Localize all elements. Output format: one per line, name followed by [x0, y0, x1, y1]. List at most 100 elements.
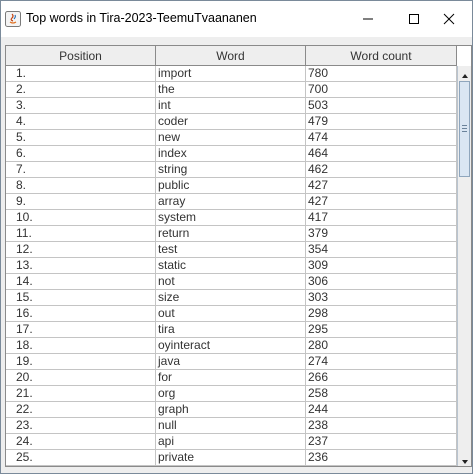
cell-word-count: 309 — [306, 258, 457, 273]
cell-position: 19. — [6, 354, 156, 369]
cell-word-count: 379 — [306, 226, 457, 241]
cell-position: 8. — [6, 178, 156, 193]
cell-word: system — [156, 210, 306, 225]
cell-position: 10. — [6, 210, 156, 225]
cell-word: int — [156, 98, 306, 113]
table-row[interactable]: 25. private 236 — [6, 450, 457, 466]
cell-position: 4. — [6, 114, 156, 129]
cell-word-count: 354 — [306, 242, 457, 257]
cell-word-count: 780 — [306, 66, 457, 81]
table-row[interactable]: 2. the 700 — [6, 82, 457, 98]
cell-word-count: 298 — [306, 306, 457, 321]
table-row[interactable]: 23. null 238 — [6, 418, 457, 434]
table-row[interactable]: 21. org 258 — [6, 386, 457, 402]
scroll-up-button[interactable] — [458, 66, 471, 80]
cell-word-count: 237 — [306, 434, 457, 449]
table-row[interactable]: 16. out 298 — [6, 306, 457, 322]
cell-word: out — [156, 306, 306, 321]
table-row[interactable]: 14. not 306 — [6, 274, 457, 290]
close-button[interactable] — [426, 1, 472, 37]
table-row[interactable]: 8. public 427 — [6, 178, 457, 194]
table-row[interactable]: 3. int 503 — [6, 98, 457, 114]
cell-word: public — [156, 178, 306, 193]
cell-word-count: 462 — [306, 162, 457, 177]
cell-position: 11. — [6, 226, 156, 241]
table-row[interactable]: 22. graph 244 — [6, 402, 457, 418]
arrow-down-icon — [461, 450, 469, 467]
table-row[interactable]: 13. static 309 — [6, 258, 457, 274]
cell-position: 25. — [6, 450, 156, 465]
app-window: Top words in Tira-2023-TeemuTvaananen Po… — [0, 0, 473, 474]
scroll-thumb[interactable] — [459, 81, 470, 177]
cell-word-count: 464 — [306, 146, 457, 161]
grip-line — [462, 128, 467, 129]
vertical-scrollbar[interactable] — [457, 66, 471, 466]
table-row[interactable]: 24. api 237 — [6, 434, 457, 450]
table-row[interactable]: 1. import 780 — [6, 66, 457, 82]
cell-position: 13. — [6, 258, 156, 273]
cell-word: tira — [156, 322, 306, 337]
cell-word: java — [156, 354, 306, 369]
table-row[interactable]: 10. system 417 — [6, 210, 457, 226]
cell-word-count: 427 — [306, 194, 457, 209]
cell-position: 9. — [6, 194, 156, 209]
cell-position: 18. — [6, 338, 156, 353]
cell-word: static — [156, 258, 306, 273]
cell-word-count: 236 — [306, 450, 457, 465]
cell-word-count: 303 — [306, 290, 457, 305]
cell-word: test — [156, 242, 306, 257]
table-body: 1. import 780 2. the 700 3. int 503 4. coder 479 5. n… — [6, 66, 457, 466]
cell-position: 17. — [6, 322, 156, 337]
minimize-button[interactable] — [345, 1, 391, 37]
cell-position: 14. — [6, 274, 156, 289]
cell-position: 6. — [6, 146, 156, 161]
title-bar[interactable]: Top words in Tira-2023-TeemuTvaananen — [1, 1, 472, 37]
cell-word: private — [156, 450, 306, 465]
cell-position: 1. — [6, 66, 156, 81]
column-header-position[interactable]: Position — [6, 46, 156, 65]
close-icon — [443, 13, 455, 25]
grip-line — [462, 125, 467, 126]
table-row[interactable]: 7. string 462 — [6, 162, 457, 178]
table-row[interactable]: 12. test 354 — [6, 242, 457, 258]
cell-word-count: 700 — [306, 82, 457, 97]
maximize-icon — [408, 13, 420, 25]
cell-position: 23. — [6, 418, 156, 433]
cell-word: size — [156, 290, 306, 305]
table-row[interactable]: 18. oyinteract 280 — [6, 338, 457, 354]
table-row[interactable]: 11. return 379 — [6, 226, 457, 242]
column-header-word-count[interactable]: Word count — [306, 46, 457, 65]
cell-word: graph — [156, 402, 306, 417]
window-title: Top words in Tira-2023-TeemuTvaananen — [26, 11, 257, 25]
cell-word-count: 244 — [306, 402, 457, 417]
cell-word-count: 295 — [306, 322, 457, 337]
cell-word: array — [156, 194, 306, 209]
table-row[interactable]: 9. array 427 — [6, 194, 457, 210]
table-row[interactable]: 17. tira 295 — [6, 322, 457, 338]
cell-word: string — [156, 162, 306, 177]
table-row[interactable]: 20. for 266 — [6, 370, 457, 386]
cell-word: api — [156, 434, 306, 449]
cell-word-count: 427 — [306, 178, 457, 193]
cell-word: null — [156, 418, 306, 433]
table-row[interactable]: 15. size 303 — [6, 290, 457, 306]
cell-word: org — [156, 386, 306, 401]
table-row[interactable]: 4. coder 479 — [6, 114, 457, 130]
table-row[interactable]: 6. index 464 — [6, 146, 457, 162]
cell-word: not — [156, 274, 306, 289]
java-app-icon — [5, 11, 21, 27]
table-row[interactable]: 5. new 474 — [6, 130, 457, 146]
cell-word-count: 417 — [306, 210, 457, 225]
cell-position: 22. — [6, 402, 156, 417]
cell-word-count: 238 — [306, 418, 457, 433]
cell-position: 7. — [6, 162, 156, 177]
cell-word-count: 258 — [306, 386, 457, 401]
cell-word: return — [156, 226, 306, 241]
table-row[interactable]: 19. java 274 — [6, 354, 457, 370]
cell-word-count: 479 — [306, 114, 457, 129]
cell-position: 5. — [6, 130, 156, 145]
cell-word-count: 503 — [306, 98, 457, 113]
column-header-word[interactable]: Word — [156, 46, 306, 65]
cell-word-count: 306 — [306, 274, 457, 289]
scroll-down-button[interactable] — [458, 452, 471, 466]
